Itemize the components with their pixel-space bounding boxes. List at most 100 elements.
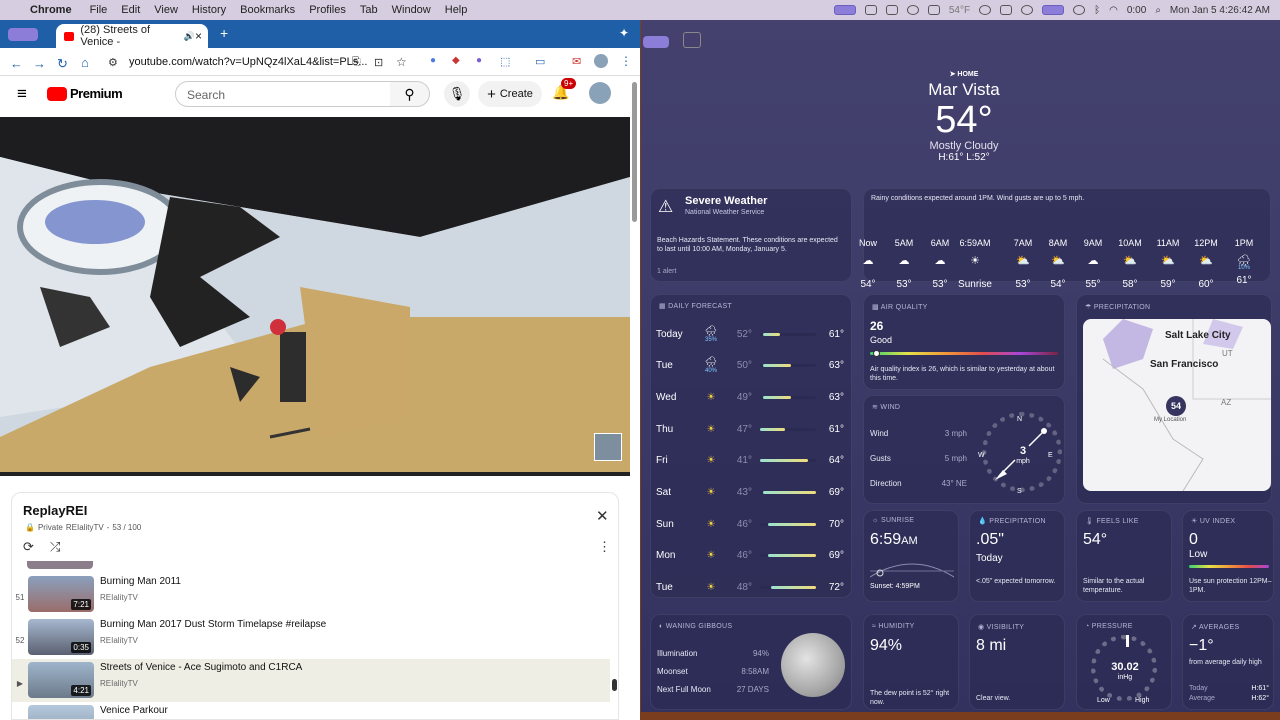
playlist-item[interactable]: 51 7:21 Burning Man 2011 REIalityTV [12,573,610,616]
playlist-owner[interactable]: REIalityTV [66,523,104,532]
install-icon[interactable]: ⎘ [352,56,361,69]
daily-row[interactable]: Tue ☀ 48° 72° [656,578,844,598]
window-icon[interactable] [864,5,877,15]
stage-manager-icon[interactable] [833,5,856,15]
precip-map[interactable]: Salt Lake City San Francisco UT AZ 54 My… [1083,319,1271,491]
playlist-item-current[interactable]: ▶ 4:21 Streets of Venice - Ace Sugimoto … [12,659,610,702]
voice-search-button[interactable]: 🎙 [444,81,470,107]
menu-kebab-icon[interactable]: ⋮ [620,54,632,68]
search-input[interactable]: Search [175,81,391,107]
battery-time[interactable]: 0:00 [1127,5,1146,16]
new-tab-icon[interactable]: + [220,25,228,41]
tab-search-icon[interactable] [8,28,38,41]
daily-row[interactable]: Today 🌧 35% 52° 61° [656,324,844,344]
daily-row[interactable]: Wed ☀ 49° 63° [656,387,844,407]
headphones-icon[interactable] [1073,5,1086,15]
bookmark-star-icon[interactable]: ☆ [396,55,407,69]
visibility-card[interactable]: ◉ VISIBILITY 8 mi Clear view. [969,614,1065,710]
item-title[interactable]: Burning Man 2011 [100,576,181,587]
search-icon[interactable]: ⌕ [1155,5,1161,16]
extension-4-icon[interactable]: ✉ [572,55,581,68]
speaker-icon[interactable]: 🔊 [184,31,195,42]
youtube-premium-logo[interactable]: Premium [70,86,123,101]
humidity-card[interactable]: ≈ HUMIDITY 94% The dew point is 52° righ… [863,614,959,710]
forward-icon[interactable]: → [33,56,46,71]
create-button[interactable]: + Create [478,81,542,107]
site-info-icon[interactable]: ⚙ [108,56,118,69]
close-tab-icon[interactable]: × [195,29,202,43]
menu-profiles[interactable]: Profiles [309,4,346,16]
display-icon[interactable] [1000,5,1013,15]
menu-history[interactable]: History [192,4,226,16]
channel-watermark[interactable] [594,433,622,461]
daily-row[interactable]: Sun ☀ 46° 70° [656,514,844,534]
menu-view[interactable]: View [154,4,178,16]
item-thumbnail[interactable]: 4:21 [28,662,94,698]
playlist-item[interactable]: 52 0:35 Burning Man 2017 Dust Storm Time… [12,616,610,659]
menu-bookmarks[interactable]: Bookmarks [240,4,295,16]
uv-index-card[interactable]: ☀ UV INDEX 0 Low Use sun protection 12PM… [1182,510,1274,602]
item-title[interactable]: Venice Parkour [100,705,168,716]
home-icon[interactable]: ⌂ [81,55,89,70]
item-channel[interactable]: REIalityTV [100,593,181,602]
my-location-marker[interactable]: 54 [1166,396,1186,416]
layers-icon[interactable] [927,5,940,15]
previous-thumbnail[interactable] [27,561,93,569]
item-thumbnail[interactable]: 7:21 [28,576,94,612]
page-scrollbar[interactable] [632,82,637,222]
playlist-item[interactable]: Venice Parkour [12,702,610,719]
item-thumbnail[interactable] [28,705,94,719]
wind-card[interactable]: ≋ WIND Wind 3 mph Gusts 5 mph Direction 43°… [863,395,1065,504]
daily-row[interactable]: Thu ☀ 47° 61° [656,419,844,439]
youtube-logo-icon[interactable] [47,87,67,101]
extension-2-icon[interactable]: ◆ [452,55,460,66]
item-channel[interactable]: REIalityTV [100,679,302,688]
weather-temp-indicator[interactable]: 54°F [949,5,970,16]
wifi-icon[interactable]: ◠ [1109,5,1118,16]
precipitation-card[interactable]: 💧 PRECIPITATION .05" Today <.05" expecte… [969,510,1065,602]
search-button[interactable]: ⚲ [390,81,430,107]
user-avatar[interactable] [589,82,611,104]
menu-tab[interactable]: Tab [360,4,378,16]
sunrise-card[interactable]: ☼ SUNRISE 6:59AM Sunset: 4:59PM [863,510,959,602]
daily-row[interactable]: Sat ☀ 43° 69° [656,483,844,503]
precipitation-map-card[interactable]: ☂ PRECIPITATION Salt Lake City San Franc… [1076,294,1272,504]
pressure-card[interactable]: ◔ PRESSURE 30.02 inHg Low High [1076,614,1172,710]
moon-card[interactable]: ◐ WANING GIBBOUS Illumination 94% Moonset… [650,614,852,710]
video-player[interactable] [0,117,630,476]
list-icon[interactable] [683,32,701,48]
daily-row[interactable]: Tue 🌧 40% 50° 63° [656,356,844,376]
bluetooth-icon[interactable]: ᛒ [1094,5,1100,16]
datetime[interactable]: Mon Jan 5 4:26:42 AM [1170,5,1270,16]
daily-row[interactable]: Mon ☀ 46° 69° [656,546,844,566]
item-title[interactable]: Burning Man 2017 Dust Storm Timelapse #r… [100,619,326,630]
loop-icon[interactable]: ⟳ [23,539,34,555]
close-playlist-icon[interactable]: ✕ [596,507,609,525]
sidebar-toggle-icon[interactable] [643,36,669,48]
daily-row[interactable]: Fri ☀ 41° 64° [656,451,844,471]
playlist-menu-icon[interactable]: ⋮ [598,539,611,555]
feels-like-card[interactable]: 🌡 FEELS LIKE 54° Similar to the actual t… [1076,510,1172,602]
playlist-scrollbar[interactable] [612,679,617,691]
severe-weather-card[interactable]: ⚠ Severe Weather National Weather Servic… [650,188,852,282]
shuffle-icon[interactable]: ⤮ [50,539,60,555]
menu-window[interactable]: Window [392,4,431,16]
back-icon[interactable]: ← [10,56,23,71]
clock-icon[interactable] [979,5,992,15]
lens-icon[interactable]: ⊡ [374,56,383,69]
playlist-title[interactable]: ReplayREI [23,503,87,518]
menu-file[interactable]: File [90,4,108,16]
extensions-icon[interactable]: ⬚ [500,55,510,68]
extension-3-icon[interactable]: ● [476,55,482,66]
menu-app-name[interactable]: Chrome [30,4,72,16]
gemini-icon[interactable]: ✦ [619,26,629,40]
profile-avatar[interactable] [594,54,608,68]
sidepanel-icon[interactable]: ▭ [535,55,545,68]
reload-icon[interactable]: ↻ [57,56,68,72]
item-thumbnail[interactable]: 0:35 [28,619,94,655]
averages-card[interactable]: ↗ AVERAGES −1° from average daily high T… [1182,614,1274,710]
item-title[interactable]: Streets of Venice - Ace Sugimoto and C1R… [100,662,302,673]
menu-help[interactable]: Help [445,4,468,16]
air-quality-card[interactable]: ▩ AIR QUALITY 26 Good Air quality index … [863,294,1065,390]
control-center-icon[interactable] [1042,5,1065,15]
